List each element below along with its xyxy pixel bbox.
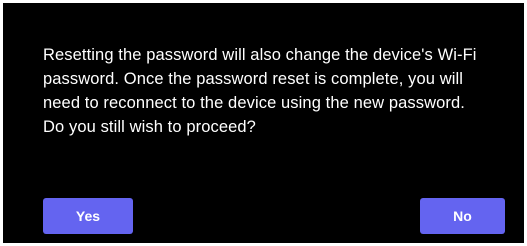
dialog-message: Resetting the password will also change … [43, 46, 477, 136]
yes-button[interactable]: Yes [43, 198, 133, 234]
no-button[interactable]: No [420, 198, 505, 234]
confirm-dialog: Resetting the password will also change … [3, 3, 524, 243]
